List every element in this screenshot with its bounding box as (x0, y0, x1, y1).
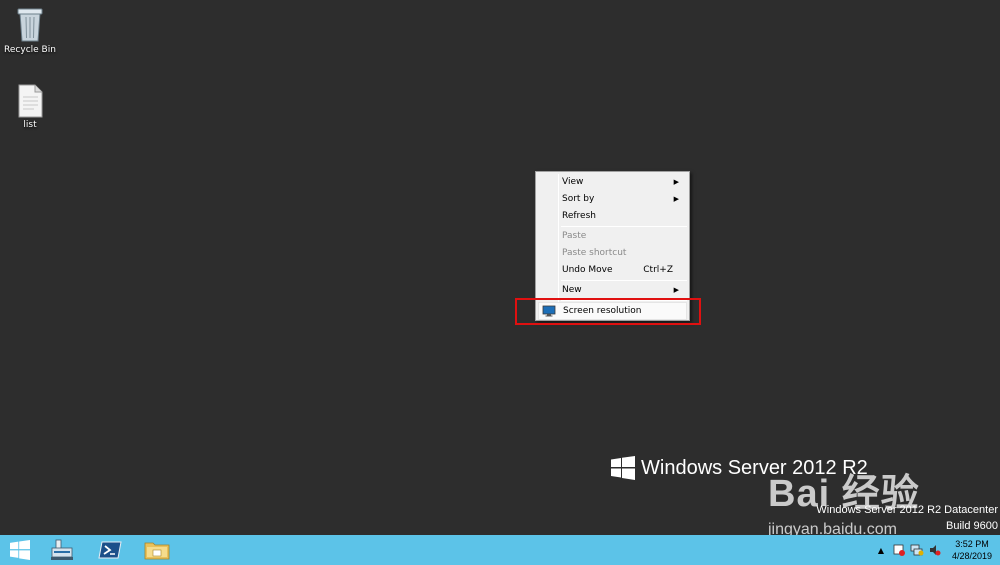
menu-item-label: Refresh (562, 211, 596, 221)
show-hidden-icons-icon[interactable]: ▲ (874, 543, 888, 557)
menu-item-new[interactable]: New ▶ (538, 282, 687, 299)
desktop-icon-label: list (23, 120, 37, 130)
menu-item-label: Paste shortcut (562, 248, 627, 258)
file-explorer-icon (144, 542, 170, 560)
action-center-icon[interactable] (892, 543, 906, 557)
powershell-icon (98, 541, 122, 559)
recycle-bin-icon (17, 8, 43, 42)
text-file-icon (18, 84, 43, 118)
menu-item-shortcut: Ctrl+Z (643, 265, 673, 275)
taskbar-file-explorer[interactable] (137, 535, 177, 565)
menu-item-label: Undo Move (562, 265, 613, 275)
desktop-icon-list[interactable]: list (0, 84, 60, 130)
taskbar: ▲ 3:52 PM 4/28/2019 (0, 535, 1000, 565)
menu-separator (561, 226, 687, 227)
clock-date: 4/28/2019 (951, 551, 993, 561)
volume-muted-icon[interactable] (928, 543, 942, 557)
menu-item-view[interactable]: View ▶ (538, 174, 687, 191)
menu-item-refresh[interactable]: Refresh (538, 208, 687, 225)
clock-time: 3:52 PM (955, 539, 989, 549)
menu-item-undo-move[interactable]: Undo Move Ctrl+Z (538, 262, 687, 279)
menu-item-sort-by[interactable]: Sort by ▶ (538, 191, 687, 208)
taskbar-clock[interactable]: 3:52 PM 4/28/2019 (944, 538, 1000, 562)
server-manager-icon (51, 539, 73, 560)
menu-separator (561, 280, 687, 281)
menu-item-paste-shortcut: Paste shortcut (538, 245, 687, 262)
submenu-arrow-icon: ▶ (673, 195, 679, 203)
menu-item-label: View (562, 177, 584, 187)
desktop-icon-label: Recycle Bin (4, 45, 56, 55)
menu-item-label: Paste (562, 231, 587, 241)
windows-logo-icon (611, 456, 635, 480)
baidu-watermark: Bai 经验 jingyan.baidu.com (768, 462, 920, 539)
network-icon[interactable] (910, 543, 924, 557)
start-button[interactable] (0, 535, 40, 565)
submenu-arrow-icon: ▶ (673, 178, 679, 186)
taskbar-powershell[interactable] (90, 535, 130, 565)
highlight-annotation-box (515, 298, 701, 325)
submenu-arrow-icon: ▶ (673, 286, 679, 294)
menu-item-label: New (562, 285, 582, 295)
start-icon (10, 540, 30, 560)
watermark-title: Bai 经验 (768, 473, 920, 515)
taskbar-server-manager[interactable] (42, 535, 82, 565)
system-tray: ▲ 3:52 PM 4/28/2019 (872, 535, 1000, 565)
menu-item-paste: Paste (538, 228, 687, 245)
menu-item-label: Sort by (562, 194, 595, 204)
desktop-icon-recycle-bin[interactable]: Recycle Bin (0, 5, 60, 55)
